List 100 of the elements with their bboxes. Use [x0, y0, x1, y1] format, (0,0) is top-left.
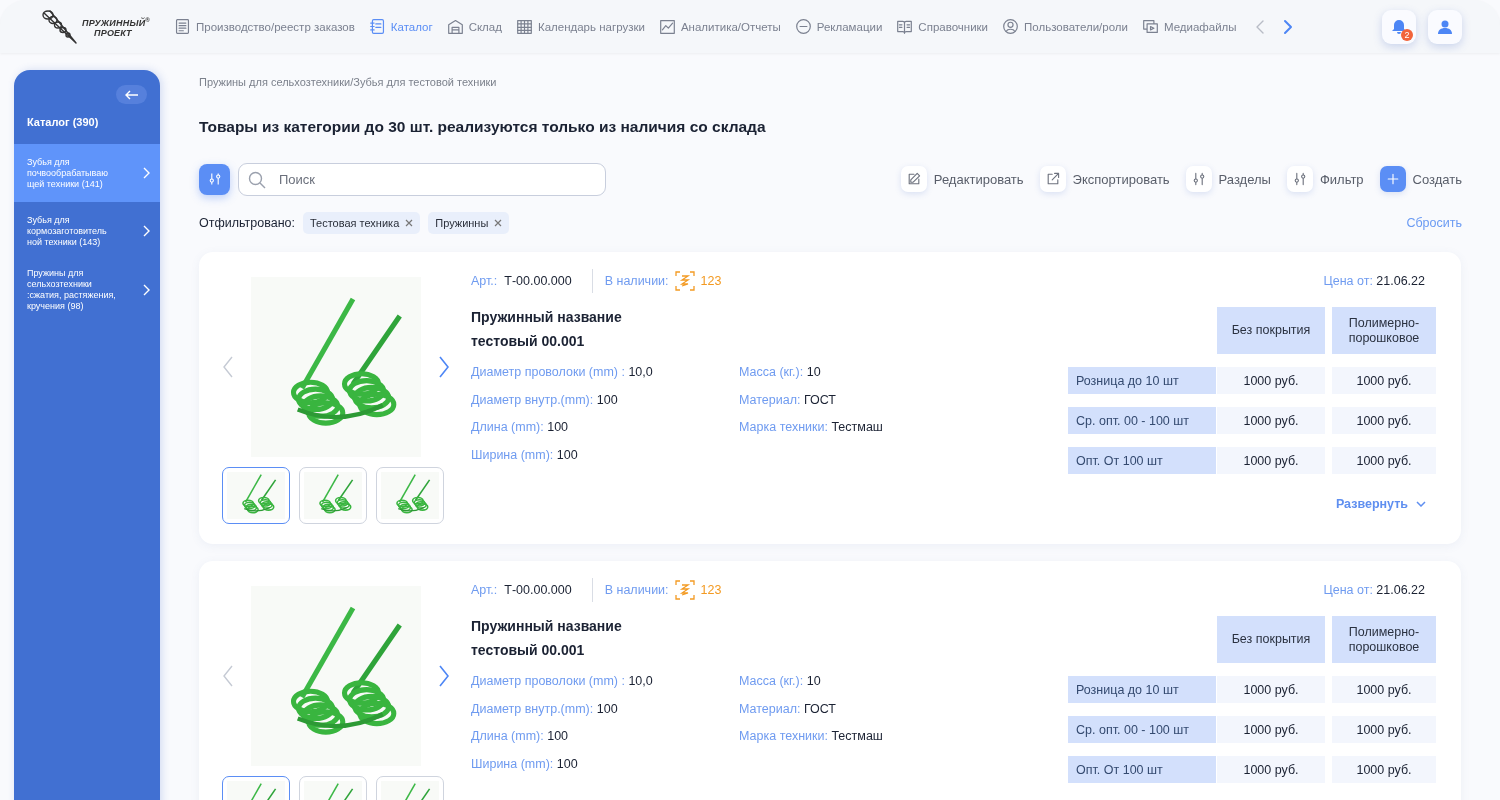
price-date-text: Цена от: 21.06.22 [1323, 274, 1425, 288]
product-name: Пружинный название тестовый 00.001 [471, 308, 623, 351]
filter-button[interactable] [199, 163, 230, 195]
reset-link[interactable]: Сбросить [1406, 216, 1462, 230]
notebook-icon [368, 18, 386, 35]
stock-label: В наличии: [604, 274, 669, 288]
user-icon [1002, 18, 1019, 35]
column-header: Полимерно-порошковое [1332, 616, 1436, 663]
chevron-right-icon[interactable] [439, 664, 449, 687]
row-header: Опт. От 100 шт [1068, 756, 1216, 783]
spring-icon [674, 271, 695, 291]
back-button[interactable] [116, 85, 147, 104]
table-cell: 1000 руб. [1217, 716, 1325, 743]
thumbnail[interactable] [222, 467, 290, 524]
spec-text: Масса (кг.): 10 [739, 674, 822, 690]
spec-text: Материал: ГОСТ [739, 392, 837, 409]
notification-badge: 2 [1401, 28, 1413, 41]
spec-text: Диаметр внутр.(mm): 100 [471, 392, 619, 409]
table-cell: 1000 руб. [1332, 407, 1436, 434]
expand-link[interactable]: Развернуть [1335, 497, 1426, 511]
sidebar-item[interactable]: Зубья для кормозаготовитель ной техники (143) [14, 202, 160, 260]
page-heading: Товары из категории до 30 шт. реализуются только из наличия со склада [199, 118, 767, 136]
calendar-icon [515, 18, 533, 35]
nav-tab[interactable]: Справочники [896, 18, 988, 35]
minus-circle-icon [794, 18, 812, 35]
stock-label: В наличии: [604, 583, 669, 597]
action-button[interactable]: Редактировать [900, 166, 1024, 192]
nav-tab[interactable]: Каталог [368, 18, 433, 35]
table-cell: 1000 руб. [1217, 756, 1325, 783]
warehouse-icon [446, 18, 464, 35]
nav-tab[interactable]: Медиафайлы [1141, 18, 1237, 35]
chevron-right-icon [143, 225, 150, 237]
document-icon [174, 18, 191, 35]
spec-text: Марка техники: Тестмаш [739, 420, 884, 436]
notification-button[interactable]: 2 [1382, 9, 1416, 44]
chevron-left-icon[interactable] [223, 355, 233, 378]
table-cell: 1000 руб. [1332, 676, 1436, 703]
chevron-right-icon [143, 284, 150, 296]
row-header: Ср. опт. 00 - 100 шт [1068, 407, 1216, 434]
table-cell: 1000 руб. [1332, 756, 1436, 783]
row-header: Розница до 10 шт [1068, 676, 1216, 703]
sidebar-title: Каталог (390) [27, 116, 100, 130]
arrow-left-icon [124, 89, 139, 100]
spec-text: Диаметр проволоки (mm) : 10,0 [471, 365, 654, 381]
chevron-left-icon[interactable] [223, 664, 233, 687]
remove-tag-button[interactable] [405, 219, 414, 227]
chart-icon [658, 18, 676, 35]
action-button[interactable]: Создать [1379, 166, 1462, 192]
cone-spring-icon [42, 8, 78, 45]
spec-text: Диаметр проволоки (mm) : 10,0 [471, 674, 654, 690]
table-cell: 1000 руб. [1332, 716, 1436, 743]
table-cell: 1000 руб. [1217, 407, 1325, 434]
spec-text: Длина (mm): 100 [471, 420, 570, 436]
filter-label: Отфильтровано: [199, 216, 295, 230]
thumbnail[interactable] [376, 467, 444, 524]
action-button[interactable]: Фильтр [1286, 166, 1364, 192]
nav-tab[interactable]: Склад [446, 18, 502, 35]
sidebar-item[interactable]: Пружины для сельхозтехники :сжатия, растяжения, кручения (98) [14, 260, 160, 320]
row-header: Опт. От 100 шт [1068, 447, 1216, 474]
nav-tab[interactable]: Календарь нагрузки [515, 18, 645, 35]
close-icon [494, 219, 503, 227]
remove-tag-button[interactable] [494, 219, 503, 227]
row-header: Розница до 10 шт [1068, 367, 1216, 394]
profile-button[interactable] [1428, 9, 1462, 44]
column-header: Без покрытия [1217, 307, 1325, 354]
logo-text: ПРУЖИННЫЙ$^{®}$ [82, 16, 150, 28]
column-header: Без покрытия [1217, 616, 1325, 663]
thumbnail[interactable] [299, 467, 367, 524]
chevron-left-icon[interactable] [1254, 18, 1265, 35]
nav-tab[interactable]: Пользователи/роли [1002, 18, 1128, 35]
spec-text: Диаметр внутр.(mm): 100 [471, 701, 619, 718]
nav-tab[interactable]: Производство/реестр заказов [174, 18, 355, 35]
spec-text: Длина (mm): 100 [471, 729, 570, 745]
action-button[interactable]: Экспортировать [1039, 166, 1170, 192]
search-field[interactable]: Поиск [238, 162, 606, 196]
article-text: Арт.: Т-00.00.000 [471, 274, 572, 288]
action-button[interactable]: Разделы [1185, 166, 1271, 192]
breadcrumb: Пружины для сельхозтехники/Зубья для тестовой техники [199, 76, 498, 90]
table-cell: 1000 руб. [1217, 447, 1325, 474]
nav-tab[interactable]: Аналитика/Отчеты [658, 18, 781, 35]
article-text: Арт.: Т-00.00.000 [471, 583, 572, 597]
logo-text: ПРОЕКТ [94, 28, 133, 38]
chevron-right-icon[interactable] [439, 355, 449, 378]
user-icon [1437, 18, 1453, 35]
spec-text: Ширина (mm): 100 [471, 447, 579, 464]
column-header: Полимерно-порошковое [1332, 307, 1436, 354]
table-cell: 1000 руб. [1332, 447, 1436, 474]
spring-icon [674, 580, 695, 600]
stock-count: 123 [700, 274, 722, 288]
table-cell: 1000 руб. [1217, 676, 1325, 703]
nav-tab[interactable]: Рекламации [794, 18, 883, 35]
media-icon [1141, 18, 1159, 35]
bell-icon [1391, 18, 1407, 35]
spec-text: Ширина (mm): 100 [471, 756, 579, 773]
spec-text: Масса (кг.): 10 [739, 365, 822, 381]
search-icon [248, 170, 266, 189]
spec-text: Материал: ГОСТ [739, 701, 837, 718]
book-icon [896, 18, 914, 35]
chevron-right-icon[interactable] [1282, 18, 1293, 35]
sidebar-item[interactable]: Зубья для почвообрабатываю щей техники (141) [14, 144, 160, 202]
